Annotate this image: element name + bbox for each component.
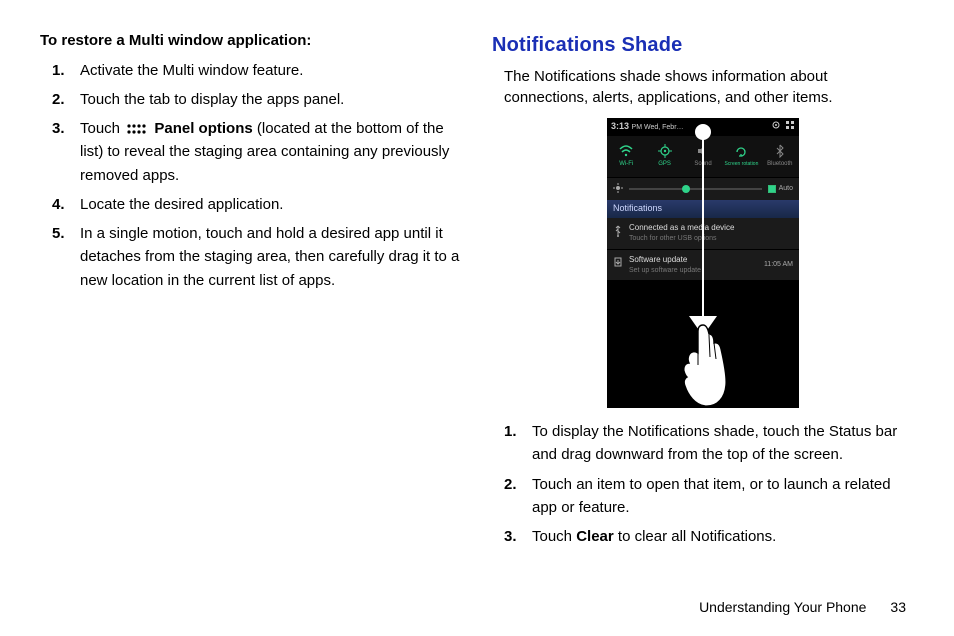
shade-step-3-pre: Touch	[532, 528, 576, 545]
step-5-text: In a single motion, touch and hold a des…	[80, 225, 459, 289]
shade-step-1-text: To display the Notifications shade, touc…	[532, 423, 897, 463]
qs-sound-label: Sound	[694, 160, 711, 169]
restore-steps: 1.Activate the Multi window feature. 2.T…	[40, 59, 462, 292]
footer-page-number: 33	[890, 597, 906, 618]
notif-1-sub: Touch for other USB options	[629, 234, 734, 245]
step-4-text: Locate the desired application.	[80, 196, 283, 213]
swipe-arrow-icon	[689, 316, 717, 336]
step-3-pre: Touch	[80, 120, 124, 137]
shade-step-3-text: Touch Clear to clear all Notifications.	[532, 528, 776, 545]
page-footer: Understanding Your Phone 33	[699, 597, 906, 618]
shade-step-3-post: to clear all Notifications.	[614, 528, 777, 545]
shade-step-2-text: Touch an item to open that item, or to l…	[532, 476, 891, 516]
gps-icon	[658, 144, 672, 158]
notif-header: Notifications	[607, 200, 799, 218]
brightness-icon	[613, 178, 623, 201]
panel-options-icon	[126, 123, 148, 135]
step-3: 3. Touch Panel options (located at the b…	[62, 117, 462, 187]
brightness-row: Auto	[607, 178, 799, 200]
qs-sound: Sound	[684, 136, 722, 177]
qs-wifi: Wi-Fi	[607, 136, 645, 177]
bluetooth-icon	[773, 144, 787, 158]
rotation-icon	[734, 145, 748, 159]
notif-item-1: Connected as a media device Touch for ot…	[607, 218, 799, 250]
right-column: Notifications Shade The Notifications sh…	[492, 30, 914, 554]
hand-icon	[673, 323, 733, 408]
notif-2-title: Software update	[629, 255, 687, 264]
step-3-text: Touch Panel options (located at the bott…	[80, 120, 449, 184]
left-column: To restore a Multi window application: 1…	[40, 30, 462, 554]
notifications-shade-title: Notifications Shade	[492, 30, 914, 60]
phone-time: 3:13	[611, 121, 629, 131]
step-5: 5.In a single motion, touch and hold a d…	[62, 222, 462, 292]
phone-status-bar: 3:13 PM Wed, Febr…	[607, 118, 799, 136]
notif-item-2: Software update Set up software update 1…	[607, 250, 799, 282]
notifications-shade-intro: The Notifications shade shows informatio…	[492, 66, 914, 108]
qs-bluetooth-label: Bluetooth	[767, 160, 792, 169]
notif-2-time: 11:05 AM	[764, 260, 793, 271]
step-2-text: Touch the tab to display the apps panel.	[80, 91, 344, 108]
download-icon	[613, 257, 623, 273]
qs-bluetooth: Bluetooth	[761, 136, 799, 177]
phone-illustration: 3:13 PM Wed, Febr… Wi-Fi	[492, 118, 914, 408]
shade-step-2: 2.Touch an item to open that item, or to…	[514, 473, 914, 520]
step-1-text: Activate the Multi window feature.	[80, 62, 303, 79]
shade-steps: 1.To display the Notifications shade, to…	[492, 420, 914, 548]
step-1: 1.Activate the Multi window feature.	[62, 59, 462, 82]
shade-step-3: 3. Touch Clear to clear all Notification…	[514, 525, 914, 548]
settings-icon	[771, 120, 781, 135]
qs-gps-label: GPS	[658, 160, 671, 169]
qs-rotation-label: Screen rotation	[724, 161, 758, 169]
shade-step-3-bold: Clear	[576, 528, 614, 545]
step-2: 2.Touch the tab to display the apps pane…	[62, 88, 462, 111]
qs-wifi-label: Wi-Fi	[619, 160, 633, 169]
qs-gps: GPS	[645, 136, 683, 177]
notif-1-title: Connected as a media device	[629, 223, 734, 232]
shade-step-1: 1.To display the Notifications shade, to…	[514, 420, 914, 467]
step-3-bold: Panel options	[154, 120, 252, 137]
restore-subheading: To restore a Multi window application:	[40, 30, 462, 53]
notif-2-sub: Set up software update	[629, 266, 701, 277]
phone-date: PM Wed, Febr…	[632, 124, 684, 131]
sound-icon	[696, 144, 710, 158]
footer-section: Understanding Your Phone	[699, 597, 866, 618]
qs-rotation: Screen rotation	[722, 136, 760, 177]
quick-settings-row: Wi-Fi GPS Sound Screen rotation	[607, 136, 799, 178]
wifi-icon	[619, 144, 633, 158]
grid-icon	[785, 120, 795, 135]
step-4: 4.Locate the desired application.	[62, 193, 462, 216]
brightness-auto-label: Auto	[779, 184, 793, 195]
usb-icon	[613, 225, 623, 241]
